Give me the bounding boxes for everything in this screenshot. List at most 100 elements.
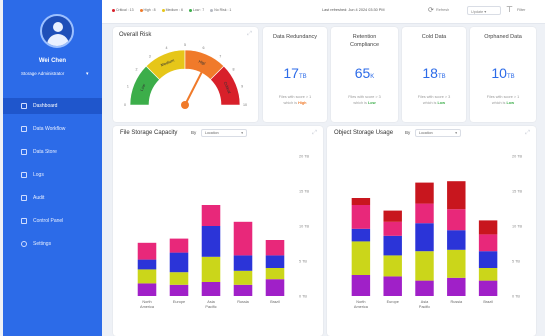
workflow-icon (21, 126, 27, 132)
bar-segment[interactable] (478, 280, 498, 296)
bar-segment[interactable] (415, 203, 434, 224)
sidebar-item-dashboard[interactable]: Dashboard (3, 98, 102, 114)
bar-segment[interactable] (169, 272, 189, 285)
sidebar-item-label: Logs (33, 172, 44, 178)
bar-segment[interactable] (201, 205, 221, 226)
bar-segment[interactable] (137, 269, 157, 284)
bar-segment[interactable] (169, 238, 189, 253)
bar-segment[interactable] (137, 283, 157, 296)
sidebar-item-label: Dashboard (33, 103, 58, 109)
refresh-button[interactable]: Refresh (436, 8, 449, 12)
gauge-scale-label: 2 (135, 68, 137, 72)
avatar-body-icon (47, 34, 69, 46)
bar-segment[interactable] (265, 255, 285, 268)
gauge-scale-label: 8 (233, 68, 235, 72)
bar-segment[interactable] (351, 275, 371, 296)
bar-segment[interactable] (351, 205, 371, 229)
filter-icon[interactable]: ⊤ (506, 5, 513, 14)
gear-icon (21, 241, 27, 247)
legend-item-no-risk: No Risk : 1 (210, 8, 231, 12)
sidebar-item-logs[interactable]: Logs (3, 167, 102, 183)
legend-item-critical: Critical : 13 (112, 8, 134, 12)
metric-card-orphaned-data: Orphaned Data 10TB Files with score > 1w… (470, 27, 536, 122)
bar-segment[interactable] (383, 210, 402, 222)
bar-segment[interactable] (351, 198, 371, 205)
bar-segment[interactable] (201, 282, 221, 296)
bar-segment[interactable] (137, 242, 157, 260)
bar-segment[interactable] (265, 268, 285, 280)
metric-title: Data Redundancy (272, 34, 318, 40)
y-tick-label: 10 TB (512, 225, 523, 229)
bar-segment[interactable] (137, 259, 157, 270)
bar-segment[interactable] (383, 235, 402, 256)
file-storage-chart: 0 TB 5 TB 10 TB 15 TB 20 TB NorthAmerica Europ… (137, 155, 310, 309)
user-role[interactable]: Storage Administrator (21, 71, 64, 76)
sidebar: Wei Chen Storage Administrator ▾ Dashboa… (3, 0, 102, 336)
risk-tag: High (298, 101, 307, 105)
bar-segment[interactable] (233, 255, 253, 271)
gauge-scale-label: 1 (127, 84, 129, 88)
bar-segment[interactable] (415, 182, 434, 204)
bar-segment[interactable] (233, 221, 253, 256)
database-icon (21, 149, 27, 155)
bar-segment[interactable] (383, 255, 402, 277)
gauge-scale-label: 4 (165, 46, 167, 50)
sidebar-item-data-store[interactable]: Data Store (3, 144, 102, 160)
x-category-label: Pacific (205, 305, 216, 309)
metric-title: Retention Compliance (349, 34, 380, 48)
avatar[interactable] (40, 14, 74, 48)
x-category-label: Europe (387, 300, 399, 304)
risk-tag: Low (367, 101, 376, 105)
gauge-scale-label: 3 (149, 54, 151, 58)
filter-button[interactable]: Filter (517, 8, 525, 12)
bar-segment[interactable] (447, 181, 466, 210)
dashboard-icon (21, 103, 27, 109)
bar-segment[interactable] (169, 284, 189, 296)
x-category-label: America (354, 305, 369, 309)
x-category-label: Europe (173, 300, 185, 304)
bar-segment[interactable] (478, 234, 498, 252)
bar-segment[interactable] (447, 249, 466, 278)
bar-segment[interactable] (351, 241, 371, 275)
bar-segment[interactable] (447, 277, 466, 296)
x-category-label: Asia (421, 300, 429, 304)
bar-segment[interactable] (383, 276, 402, 296)
bar-segment[interactable] (478, 220, 498, 235)
refresh-icon[interactable]: ⟳ (428, 6, 434, 14)
update-select[interactable]: Update ▾ (467, 6, 501, 15)
bar-segment[interactable] (415, 251, 434, 281)
sidebar-item-audit[interactable]: Audit (3, 190, 102, 206)
bar-segment[interactable] (233, 284, 253, 296)
bar-segment[interactable] (447, 230, 466, 250)
bar-segment[interactable] (415, 223, 434, 252)
bar-segment[interactable] (201, 256, 221, 282)
bar-segment[interactable] (201, 226, 221, 257)
bar-segment[interactable] (478, 268, 498, 281)
bar-segment[interactable] (351, 228, 371, 242)
user-name: Wei Chen (38, 58, 67, 64)
bar-segment[interactable] (169, 252, 189, 273)
gauge-hub (181, 101, 189, 109)
risk-tag: Low (437, 101, 446, 105)
bar-segment[interactable] (265, 279, 285, 296)
sidebar-item-settings[interactable]: Settings (3, 236, 102, 252)
metric-card-retention-compliance: Retention Compliance 65K Files with scor… (331, 27, 398, 122)
sidebar-item-control-panel[interactable]: Control Panel (3, 213, 102, 229)
bar-segment[interactable] (383, 221, 402, 236)
bar-segment[interactable] (478, 251, 498, 268)
object-storage-chart-card: Object Storage Usage By Location ▾ ⤢ 0 TB… (327, 126, 536, 336)
sidebar-item-data-workflow[interactable]: Data Workflow (3, 121, 102, 137)
chevron-down-icon[interactable]: ▾ (86, 71, 89, 77)
bar-segment[interactable] (265, 240, 285, 256)
object-storage-chart: 0 TB 5 TB 10 TB 15 TB 20 TB NorthAmerica Europ… (351, 155, 523, 309)
metric-title: Orphaned Data (484, 34, 522, 40)
metric-subtext: Files with score > 3 which is Low (417, 95, 451, 105)
bar-segment[interactable] (233, 270, 253, 285)
metric-subtext: Files with score > 3 which is Low (348, 95, 381, 105)
bar-segment[interactable] (415, 280, 434, 296)
gauge-scale-label: 5 (184, 43, 186, 47)
sidebar-item-label: Data Store (33, 149, 57, 155)
metric-subtext: Files with score > 1 which is Low (486, 95, 520, 105)
bar-segment[interactable] (447, 209, 466, 231)
file-storage-chart-card: File Storage Capacity By Location ▾ ⤢ 0 T… (113, 126, 323, 336)
